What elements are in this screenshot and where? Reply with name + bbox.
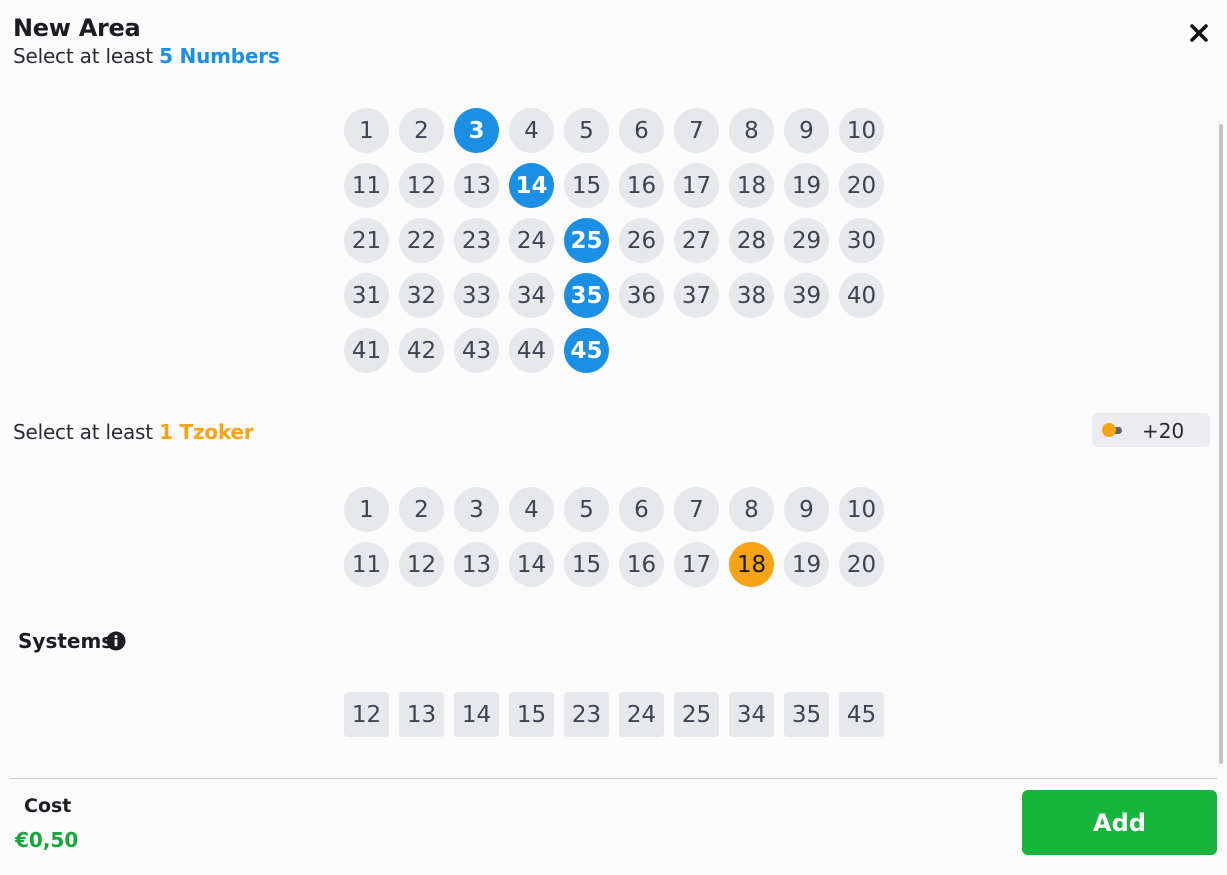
tzoker-prompt: Select at least 1 Tzoker [13, 420, 254, 444]
numbers-ball-7[interactable]: 7 [674, 108, 719, 153]
numbers-ball-6[interactable]: 6 [619, 108, 664, 153]
numbers-ball-31[interactable]: 31 [344, 273, 389, 318]
tzoker-prompt-prefix: Select at least [13, 420, 160, 444]
numbers-ball-8[interactable]: 8 [729, 108, 774, 153]
system-option-24[interactable]: 24 [619, 692, 664, 737]
tzoker-ball-14[interactable]: 14 [509, 542, 554, 587]
toggle-knob [1102, 423, 1116, 437]
dialog-header: New Area [0, 0, 1227, 48]
numbers-ball-20[interactable]: 20 [839, 163, 884, 208]
systems-grid: 12 13 14 15 23 24 25 34 35 45 [344, 692, 884, 737]
numbers-ball-41[interactable]: 41 [344, 328, 389, 373]
numbers-ball-9[interactable]: 9 [784, 108, 829, 153]
numbers-ball-13[interactable]: 13 [454, 163, 499, 208]
numbers-ball-12[interactable]: 12 [399, 163, 444, 208]
numbers-ball-21[interactable]: 21 [344, 218, 389, 263]
numbers-ball-18[interactable]: 18 [729, 163, 774, 208]
numbers-ball-3[interactable]: 3 [454, 108, 499, 153]
system-option-25[interactable]: 25 [674, 692, 719, 737]
tzoker-ball-7[interactable]: 7 [674, 487, 719, 532]
tzoker-ball-12[interactable]: 12 [399, 542, 444, 587]
tzoker-ball-19[interactable]: 19 [784, 542, 829, 587]
numbers-ball-42[interactable]: 42 [399, 328, 444, 373]
numbers-ball-4[interactable]: 4 [509, 108, 554, 153]
numbers-ball-14[interactable]: 14 [509, 163, 554, 208]
system-option-15[interactable]: 15 [509, 692, 554, 737]
numbers-ball-40[interactable]: 40 [839, 273, 884, 318]
numbers-ball-27[interactable]: 27 [674, 218, 719, 263]
scroll-area[interactable]: Select at least 5 Numbers 1 2 3 4 5 6 7 8 9 10 11 1… [0, 0, 1227, 776]
dialog-title: New Area [13, 14, 141, 42]
numbers-ball-10[interactable]: 10 [839, 108, 884, 153]
systems-label: Systems [18, 629, 114, 653]
system-option-45[interactable]: 45 [839, 692, 884, 737]
numbers-ball-38[interactable]: 38 [729, 273, 774, 318]
system-option-12[interactable]: 12 [344, 692, 389, 737]
numbers-ball-39[interactable]: 39 [784, 273, 829, 318]
system-option-35[interactable]: 35 [784, 692, 829, 737]
numbers-ball-34[interactable]: 34 [509, 273, 554, 318]
tzoker-ball-4[interactable]: 4 [509, 487, 554, 532]
tzoker-prompt-highlight: 1 Tzoker [159, 420, 254, 444]
numbers-ball-43[interactable]: 43 [454, 328, 499, 373]
tzoker-ball-8[interactable]: 8 [729, 487, 774, 532]
info-icon[interactable] [106, 631, 126, 651]
numbers-ball-37[interactable]: 37 [674, 273, 719, 318]
tzoker-ball-11[interactable]: 11 [344, 542, 389, 587]
numbers-ball-32[interactable]: 32 [399, 273, 444, 318]
numbers-ball-5[interactable]: 5 [564, 108, 609, 153]
numbers-ball-29[interactable]: 29 [784, 218, 829, 263]
tzoker-ball-15[interactable]: 15 [564, 542, 609, 587]
tzoker-ball-13[interactable]: 13 [454, 542, 499, 587]
footer-divider [10, 778, 1217, 779]
numbers-ball-16[interactable]: 16 [619, 163, 664, 208]
numbers-ball-28[interactable]: 28 [729, 218, 774, 263]
tzoker-grid: 1 2 3 4 5 6 7 8 9 10 11 12 13 14 15 16 17 18 19 20 [344, 487, 884, 587]
numbers-ball-17[interactable]: 17 [674, 163, 719, 208]
numbers-ball-25[interactable]: 25 [564, 218, 609, 263]
numbers-ball-19[interactable]: 19 [784, 163, 829, 208]
numbers-grid: 1 2 3 4 5 6 7 8 9 10 11 12 13 14 15 16 17 18 19 20 21 22 23 24 2… [344, 108, 884, 373]
numbers-ball-36[interactable]: 36 [619, 273, 664, 318]
tzoker-plus20-toggle[interactable]: +20 [1092, 413, 1210, 447]
toggle-label: +20 [1142, 419, 1185, 443]
numbers-ball-2[interactable]: 2 [399, 108, 444, 153]
tzoker-ball-2[interactable]: 2 [399, 487, 444, 532]
numbers-ball-30[interactable]: 30 [839, 218, 884, 263]
numbers-ball-15[interactable]: 15 [564, 163, 609, 208]
tzoker-ball-20[interactable]: 20 [839, 542, 884, 587]
close-icon[interactable] [1186, 20, 1212, 46]
add-button[interactable]: Add [1022, 790, 1217, 855]
system-option-14[interactable]: 14 [454, 692, 499, 737]
tzoker-ball-3[interactable]: 3 [454, 487, 499, 532]
tzoker-ball-9[interactable]: 9 [784, 487, 829, 532]
tzoker-ball-1[interactable]: 1 [344, 487, 389, 532]
numbers-ball-35[interactable]: 35 [564, 273, 609, 318]
tzoker-ball-18[interactable]: 18 [729, 542, 774, 587]
numbers-ball-22[interactable]: 22 [399, 218, 444, 263]
numbers-ball-24[interactable]: 24 [509, 218, 554, 263]
system-option-23[interactable]: 23 [564, 692, 609, 737]
tzoker-ball-6[interactable]: 6 [619, 487, 664, 532]
system-option-34[interactable]: 34 [729, 692, 774, 737]
numbers-ball-23[interactable]: 23 [454, 218, 499, 263]
tzoker-ball-10[interactable]: 10 [839, 487, 884, 532]
scrollbar-thumb[interactable] [1219, 124, 1223, 764]
cost-label: Cost [24, 795, 72, 817]
numbers-ball-11[interactable]: 11 [344, 163, 389, 208]
tzoker-ball-5[interactable]: 5 [564, 487, 609, 532]
tzoker-ball-17[interactable]: 17 [674, 542, 719, 587]
numbers-ball-1[interactable]: 1 [344, 108, 389, 153]
system-option-13[interactable]: 13 [399, 692, 444, 737]
cost-value: €0,50 [15, 828, 79, 852]
tzoker-ball-16[interactable]: 16 [619, 542, 664, 587]
numbers-ball-44[interactable]: 44 [509, 328, 554, 373]
numbers-ball-33[interactable]: 33 [454, 273, 499, 318]
numbers-ball-45[interactable]: 45 [564, 328, 609, 373]
numbers-ball-26[interactable]: 26 [619, 218, 664, 263]
